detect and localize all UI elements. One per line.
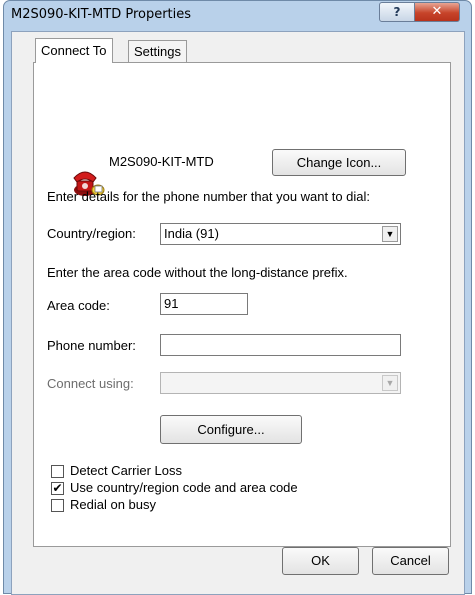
- area-code-label: Area code:: [47, 298, 110, 313]
- area-code-input[interactable]: 91: [160, 293, 248, 315]
- chevron-down-icon[interactable]: ▼: [382, 375, 398, 391]
- country-region-label: Country/region:: [47, 226, 136, 241]
- tab-settings[interactable]: Settings: [128, 40, 187, 63]
- detect-carrier-loss-checkbox[interactable]: [51, 465, 64, 478]
- phone-number-label: Phone number:: [47, 338, 136, 353]
- connection-name: M2S090-KIT-MTD: [109, 154, 214, 169]
- window-title: M2S090-KIT-MTD Properties: [11, 7, 192, 22]
- redial-on-busy-checkbox[interactable]: [51, 499, 64, 512]
- redial-on-busy-label: Redial on busy: [70, 497, 156, 512]
- ok-button[interactable]: OK: [282, 547, 359, 575]
- dialog-body: Connect To Settings M2S090-KIT-MTD Chang…: [11, 31, 465, 595]
- country-region-value: India (91): [164, 226, 219, 241]
- use-country-code-label: Use country/region code and area code: [70, 480, 298, 495]
- chevron-down-icon[interactable]: ▼: [382, 226, 398, 242]
- use-country-code-checkbox[interactable]: ✔: [51, 482, 64, 495]
- connect-to-panel: M2S090-KIT-MTD Change Icon... Enter deta…: [33, 62, 451, 547]
- tab-connect-to[interactable]: Connect To: [35, 38, 113, 63]
- configure-button[interactable]: Configure...: [160, 415, 302, 444]
- cancel-button[interactable]: Cancel: [372, 547, 449, 575]
- country-region-select[interactable]: India (91) ▼: [160, 223, 401, 245]
- phone-number-input[interactable]: [160, 334, 401, 356]
- change-icon-button[interactable]: Change Icon...: [272, 149, 406, 176]
- title-bar[interactable]: M2S090-KIT-MTD Properties ? ✕: [4, 1, 471, 31]
- connect-using-select[interactable]: ▼: [160, 372, 401, 394]
- connect-using-label: Connect using:: [47, 376, 134, 391]
- properties-window: M2S090-KIT-MTD Properties ? ✕ Connect To…: [3, 0, 472, 595]
- checkmark-icon: ✔: [52, 481, 63, 495]
- area-code-instruction: Enter the area code without the long-dis…: [47, 265, 348, 280]
- detect-carrier-loss-label: Detect Carrier Loss: [70, 463, 182, 478]
- dial-details-instruction: Enter details for the phone number that …: [47, 189, 371, 204]
- help-button[interactable]: ?: [379, 2, 415, 22]
- close-button[interactable]: ✕: [414, 2, 460, 22]
